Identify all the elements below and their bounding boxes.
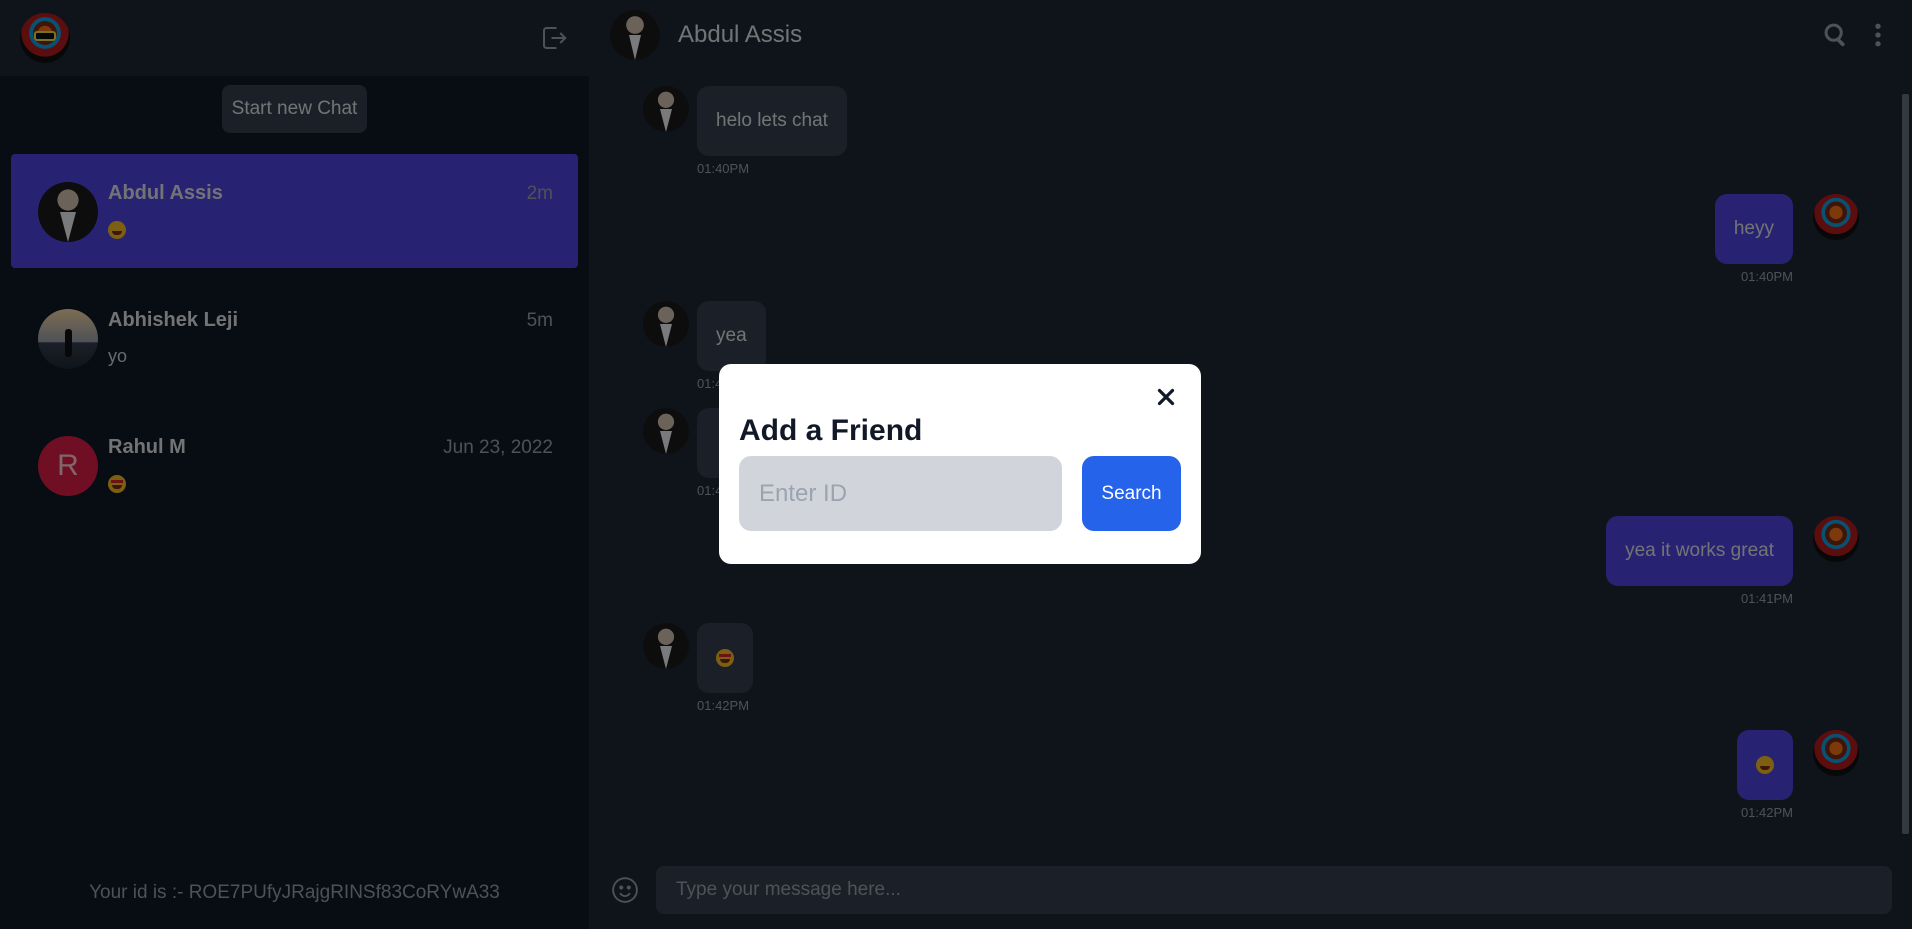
close-icon[interactable] <box>1153 384 1179 410</box>
search-button[interactable]: Search <box>1082 456 1181 531</box>
friend-id-input[interactable] <box>739 456 1062 531</box>
modal-title: Add a Friend <box>739 414 923 447</box>
modal-form: Search <box>739 456 1181 531</box>
add-friend-modal: Add a Friend Search <box>719 364 1201 564</box>
